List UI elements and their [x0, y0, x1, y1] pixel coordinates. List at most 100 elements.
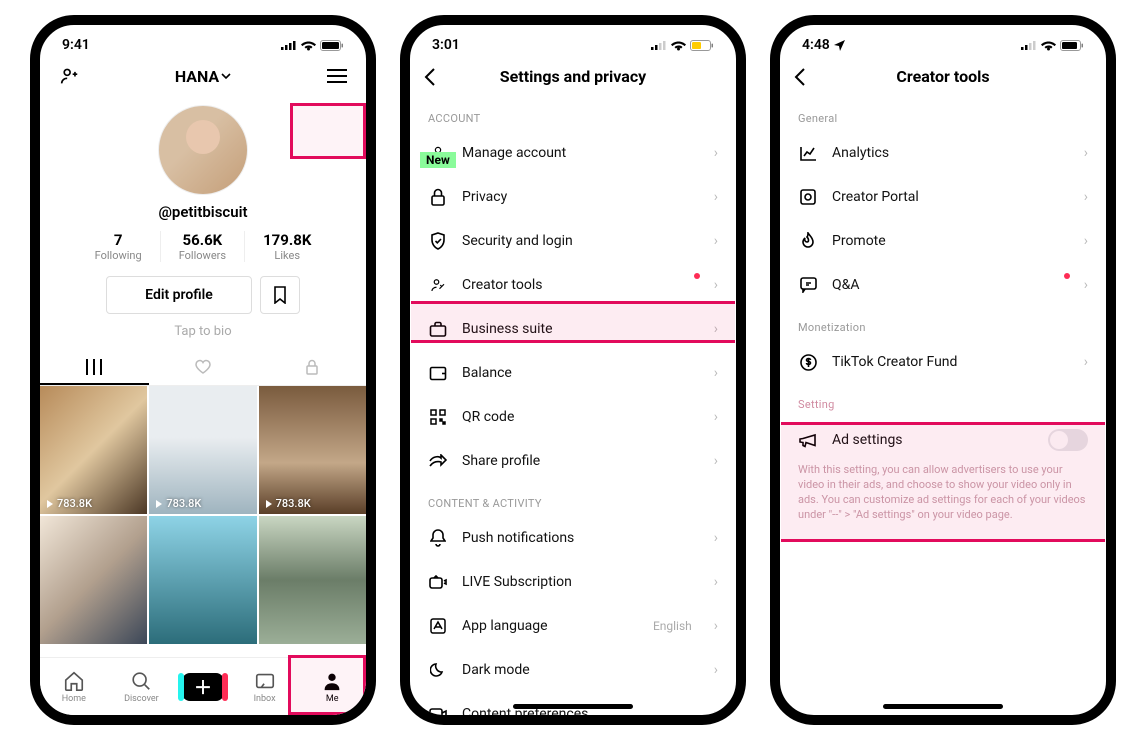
content-tabs	[40, 351, 366, 386]
chevron-right-icon: ›	[714, 189, 718, 205]
chevron-right-icon: ›	[1084, 145, 1088, 161]
lock-icon	[305, 359, 319, 375]
edit-profile-button[interactable]: Edit profile	[106, 276, 252, 314]
status-bar: 3:01	[410, 25, 736, 59]
search-icon	[130, 670, 152, 692]
stat-following[interactable]: 7 Following	[77, 231, 160, 262]
page-title: Settings and privacy	[424, 67, 722, 86]
row-dark-mode[interactable]: Dark mode ›	[410, 648, 736, 692]
row-analytics[interactable]: Analytics ›	[780, 131, 1106, 175]
row-balance[interactable]: Balance ›	[410, 351, 736, 395]
chevron-right-icon: ›	[714, 706, 718, 722]
highlight-me-tab	[288, 655, 366, 715]
portal-icon	[800, 189, 816, 205]
row-promote[interactable]: Promote ›	[780, 219, 1106, 263]
chevron-right-icon: ›	[714, 277, 718, 293]
status-bar: 9:41	[40, 25, 366, 59]
row-share-profile[interactable]: Share profile ›	[410, 439, 736, 483]
video-cell[interactable]	[259, 516, 366, 644]
video-cell[interactable]: 783.8K	[259, 386, 366, 514]
nav-discover[interactable]: Discover	[114, 670, 168, 704]
chevron-right-icon: ›	[714, 662, 718, 678]
chevron-right-icon: ›	[714, 409, 718, 425]
chevron-right-icon: ›	[1084, 233, 1088, 249]
add-user-icon[interactable]	[58, 65, 80, 87]
inbox-icon	[254, 670, 276, 692]
row-qa[interactable]: Q&A ›	[780, 263, 1106, 307]
status-bar: 4:48	[780, 25, 1106, 59]
creator-topnav: Creator tools	[780, 59, 1106, 98]
play-icon	[46, 500, 54, 508]
tab-private[interactable]	[257, 351, 366, 385]
signal-icon	[651, 40, 667, 50]
live-icon	[429, 575, 447, 589]
qa-icon	[800, 277, 817, 293]
profile-name-dropdown[interactable]: HANA	[175, 67, 231, 86]
chevron-right-icon: ›	[714, 618, 718, 634]
chevron-right-icon: ›	[1084, 189, 1088, 205]
nav-inbox[interactable]: Inbox	[238, 670, 292, 704]
share-icon	[429, 454, 447, 468]
chevron-right-icon: ›	[1084, 277, 1088, 293]
new-badge: New	[420, 152, 456, 168]
moon-icon	[430, 662, 446, 678]
home-indicator	[513, 704, 633, 709]
handle: @petitbiscuit	[40, 203, 366, 221]
section-content-activity: CONTENT & ACTIVITY	[410, 483, 736, 516]
row-live-subscription[interactable]: LIVE Subscription ›	[410, 560, 736, 604]
battery-icon	[690, 40, 714, 51]
section-monetization: Monetization	[780, 307, 1106, 340]
row-creator-portal[interactable]: Creator Portal ›	[780, 175, 1106, 219]
row-qr-code[interactable]: QR code ›	[410, 395, 736, 439]
chevron-right-icon: ›	[714, 574, 718, 590]
battery-icon	[320, 40, 344, 51]
status-time: 3:01	[432, 37, 460, 53]
highlight-creator-tools	[411, 301, 735, 343]
settings-screen: 3:01 Settings and privacy New ACCOUNT Ma…	[400, 15, 746, 725]
hamburger-menu-icon[interactable]	[326, 65, 348, 87]
wifi-icon	[301, 40, 316, 51]
chevron-right-icon: ›	[714, 530, 718, 546]
wifi-icon	[671, 40, 686, 51]
row-manage-account[interactable]: Manage account ›	[410, 131, 736, 175]
video-cell[interactable]	[149, 516, 256, 644]
row-push[interactable]: Push notifications ›	[410, 516, 736, 560]
settings-topnav: Settings and privacy	[410, 59, 736, 98]
video-cell[interactable]: 783.8K	[40, 386, 147, 514]
row-app-language[interactable]: App language English ›	[410, 604, 736, 648]
dollar-icon	[800, 354, 817, 371]
creator-icon	[429, 276, 447, 294]
status-time: 4:48	[802, 37, 830, 53]
creator-tools-screen: 4:48 Creator tools General Analytics › C…	[770, 15, 1116, 725]
nav-home[interactable]: Home	[47, 670, 101, 704]
tab-grid[interactable]	[40, 351, 149, 385]
stat-followers[interactable]: 56.6K Followers	[160, 231, 244, 262]
video-cell[interactable]	[40, 516, 147, 644]
row-creator-fund[interactable]: TikTok Creator Fund ›	[780, 340, 1106, 384]
wifi-icon	[1041, 40, 1056, 51]
video-cell[interactable]: 783.8K	[149, 386, 256, 514]
signal-icon	[1021, 40, 1037, 50]
battery-icon	[1060, 40, 1084, 51]
chevron-right-icon: ›	[714, 145, 718, 161]
nav-create[interactable]: ＋	[182, 673, 224, 701]
lock-icon	[430, 188, 446, 206]
profile-topnav: HANA	[40, 59, 366, 97]
bio[interactable]: Tap to bio	[40, 324, 366, 339]
section-account: ACCOUNT	[410, 98, 736, 131]
avatar[interactable]	[158, 105, 248, 195]
bookmark-button[interactable]	[260, 276, 300, 314]
status-icons	[281, 40, 344, 51]
video-icon	[429, 708, 447, 721]
stat-likes[interactable]: 179.8K Likes	[244, 231, 329, 262]
page-title: Creator tools	[794, 67, 1092, 86]
notification-dot	[694, 273, 700, 279]
highlight-ad-settings	[781, 422, 1105, 542]
stats-row: 7 Following 56.6K Followers 179.8K Likes	[40, 231, 366, 262]
row-privacy[interactable]: Privacy ›	[410, 175, 736, 219]
chevron-right-icon: ›	[714, 365, 718, 381]
row-security[interactable]: Security and login ›	[410, 219, 736, 263]
tab-liked[interactable]	[149, 351, 258, 385]
home-indicator	[883, 704, 1003, 709]
home-icon	[63, 670, 85, 692]
